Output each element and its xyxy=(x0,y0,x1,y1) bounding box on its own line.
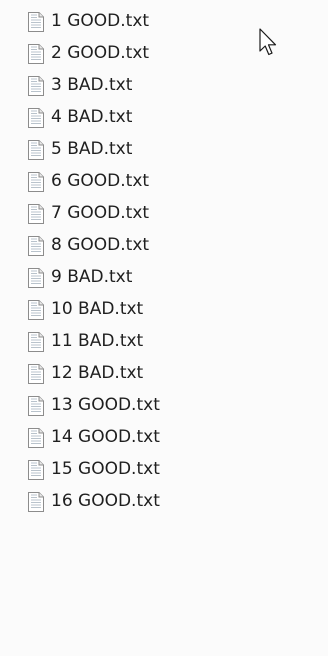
text-file-icon xyxy=(27,364,45,384)
file-name: 5 BAD.txt xyxy=(51,139,133,159)
file-name: 9 BAD.txt xyxy=(51,267,133,287)
file-name: 16 GOOD.txt xyxy=(51,491,160,511)
file-item[interactable]: 7 GOOD.txt xyxy=(0,197,328,229)
file-name: 11 BAD.txt xyxy=(51,331,144,351)
text-file-icon xyxy=(27,332,45,352)
file-name: 7 GOOD.txt xyxy=(51,203,150,223)
file-name: 3 BAD.txt xyxy=(51,75,133,95)
text-file-icon xyxy=(27,460,45,480)
file-name: 1 GOOD.txt xyxy=(51,11,150,31)
file-item[interactable]: 13 GOOD.txt xyxy=(0,389,328,421)
text-file-icon xyxy=(27,268,45,288)
file-item[interactable]: 15 GOOD.txt xyxy=(0,453,328,485)
file-item[interactable]: 6 GOOD.txt xyxy=(0,165,328,197)
file-name: 15 GOOD.txt xyxy=(51,459,160,479)
file-item[interactable]: 10 BAD.txt xyxy=(0,293,328,325)
file-item[interactable]: 11 BAD.txt xyxy=(0,325,328,357)
text-file-icon xyxy=(27,140,45,160)
file-item[interactable]: 16 GOOD.txt xyxy=(0,485,328,517)
file-list: 1 GOOD.txt 2 GOOD.txt 3 BAD.txt 4 BAD.tx… xyxy=(0,5,328,517)
file-name: 14 GOOD.txt xyxy=(51,427,160,447)
file-item[interactable]: 5 BAD.txt xyxy=(0,133,328,165)
text-file-icon xyxy=(27,236,45,256)
text-file-icon xyxy=(27,172,45,192)
text-file-icon xyxy=(27,44,45,64)
text-file-icon xyxy=(27,396,45,416)
file-name: 12 BAD.txt xyxy=(51,363,144,383)
file-item[interactable]: 4 BAD.txt xyxy=(0,101,328,133)
file-name: 2 GOOD.txt xyxy=(51,43,150,63)
file-name: 8 GOOD.txt xyxy=(51,235,150,255)
text-file-icon xyxy=(27,428,45,448)
file-name: 6 GOOD.txt xyxy=(51,171,150,191)
text-file-icon xyxy=(27,12,45,32)
file-item[interactable]: 8 GOOD.txt xyxy=(0,229,328,261)
text-file-icon xyxy=(27,108,45,128)
file-item[interactable]: 3 BAD.txt xyxy=(0,69,328,101)
file-name: 4 BAD.txt xyxy=(51,107,133,127)
text-file-icon xyxy=(27,204,45,224)
file-item[interactable]: 12 BAD.txt xyxy=(0,357,328,389)
file-name: 10 BAD.txt xyxy=(51,299,144,319)
text-file-icon xyxy=(27,300,45,320)
file-item[interactable]: 9 BAD.txt xyxy=(0,261,328,293)
file-item[interactable]: 14 GOOD.txt xyxy=(0,421,328,453)
text-file-icon xyxy=(27,492,45,512)
text-file-icon xyxy=(27,76,45,96)
file-name: 13 GOOD.txt xyxy=(51,395,160,415)
arrow-cursor-icon xyxy=(259,28,277,56)
